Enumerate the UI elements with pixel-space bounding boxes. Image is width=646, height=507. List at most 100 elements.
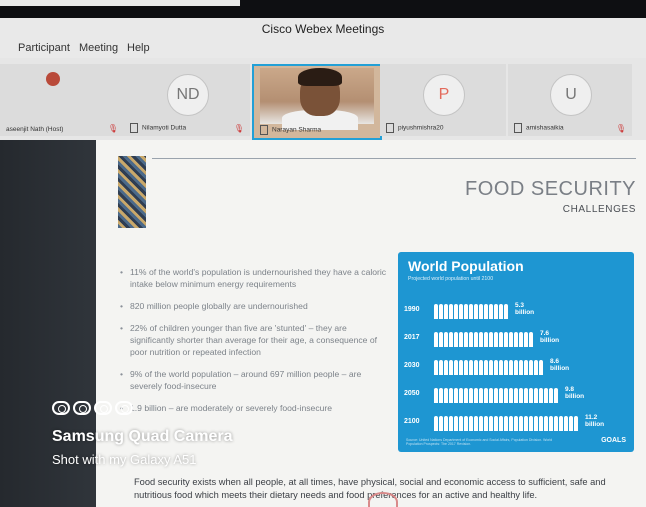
participant-tile-u[interactable]: U amishasaikia 🎙 [508, 64, 632, 136]
person-icon [554, 388, 558, 403]
menu-meeting[interactable]: Meeting [79, 42, 118, 54]
population-value: 11.2 [585, 414, 598, 421]
person-icon [454, 416, 458, 431]
person-icon [474, 388, 478, 403]
person-icon [449, 304, 453, 319]
person-icon [449, 388, 453, 403]
person-icon [519, 416, 523, 431]
person-icon [459, 388, 463, 403]
participant-name-label: piyushmishra20 [398, 124, 444, 132]
participant-name-label: Narayan Sharma [272, 126, 322, 134]
infographic-year: 1990 [404, 306, 420, 313]
person-icon [444, 416, 448, 431]
person-icon [469, 416, 473, 431]
person-icon [529, 416, 533, 431]
menu-participant[interactable]: Participant [18, 42, 70, 54]
person-icon [444, 360, 448, 375]
infographic-row: 2030 8.6 billion [404, 358, 624, 378]
participant-tile-p[interactable]: P piyushmishra20 [380, 64, 506, 136]
population-value: 9.8 [565, 386, 575, 393]
person-icon [464, 360, 468, 375]
infographic-year: 2100 [404, 418, 420, 425]
person-icon [469, 360, 473, 375]
person-icon [539, 416, 543, 431]
slide-decorative-banner [118, 156, 146, 228]
person-icon [459, 304, 463, 319]
slide-title: FOOD SECURITY [465, 178, 636, 200]
device-icon [514, 123, 522, 133]
organization-logo-icon [46, 72, 60, 86]
lens-icon [52, 401, 70, 415]
infographic-value: 8.6 billion [550, 358, 569, 372]
person-icon [494, 416, 498, 431]
person-icon [509, 416, 513, 431]
person-icon [474, 416, 478, 431]
person-icon [499, 332, 503, 347]
person-icon [524, 416, 528, 431]
person-icon [484, 388, 488, 403]
person-icon [514, 416, 518, 431]
camera-lens-icon [52, 401, 133, 415]
list-item: 820 million people globally are undernou… [120, 300, 390, 312]
avatar: U [550, 74, 592, 116]
person-icon [474, 332, 478, 347]
infographic-year: 2050 [404, 390, 420, 397]
participant-tile-active-speaker[interactable]: Narayan Sharma [252, 64, 382, 140]
device-icon [130, 123, 138, 133]
infographic-row: 2100 11.2 billion [404, 414, 624, 434]
camera-watermark-brand: Samsung Quad Camera [52, 428, 233, 445]
camera-watermark-line: Shot with my Galaxy A51 [52, 452, 197, 467]
person-icon [454, 304, 458, 319]
person-icon [479, 416, 483, 431]
person-icon [449, 332, 453, 347]
participant-video [260, 68, 374, 130]
person-icon [529, 388, 533, 403]
person-icon [484, 416, 488, 431]
person-icon [469, 304, 473, 319]
person-icon [484, 304, 488, 319]
participant-tile-nd[interactable]: ND Nilamyoti Dutta 🎙 [124, 64, 250, 136]
participant-name-label: amishasaikia [526, 124, 564, 132]
person-icon [489, 416, 493, 431]
person-icon [494, 332, 498, 347]
person-icon [489, 388, 493, 403]
person-icon [544, 416, 548, 431]
infographic-subtitle: Projected world population until 2100 [408, 276, 494, 282]
person-icon [434, 388, 438, 403]
person-icon [439, 332, 443, 347]
infographic-value: 7.6 billion [540, 330, 559, 344]
person-icon [459, 360, 463, 375]
person-icon [509, 360, 513, 375]
participant-tile-host[interactable]: aseenjit Nath (Host) 🎙 [0, 64, 124, 136]
person-icon [449, 360, 453, 375]
person-icon [434, 332, 438, 347]
person-icon [504, 388, 508, 403]
population-value: 8.6 [550, 358, 560, 365]
top-white-strip [0, 0, 240, 6]
person-icon [534, 360, 538, 375]
person-icon [489, 360, 493, 375]
participant-name: aseenjit Nath (Host) [6, 126, 64, 133]
infographic-row: 2050 9.8 billion [404, 386, 624, 406]
person-icon [509, 332, 513, 347]
person-icon [479, 388, 483, 403]
menu-help[interactable]: Help [127, 42, 150, 54]
person-icon [469, 332, 473, 347]
lens-icon [115, 401, 133, 415]
person-icon [479, 360, 483, 375]
person-icon [524, 360, 528, 375]
person-icon [439, 416, 443, 431]
list-item: 9% of the world population – around 697 … [120, 368, 390, 392]
infographic-year: 2017 [404, 334, 420, 341]
avatar: ND [167, 74, 209, 116]
person-icon [539, 388, 543, 403]
person-icon [494, 388, 498, 403]
window-title: Cisco Webex Meetings [261, 22, 385, 36]
muted-mic-icon: 🎙 [107, 124, 118, 133]
person-icon [494, 360, 498, 375]
list-item: 1.9 billion – are moderately or severely… [120, 402, 390, 414]
muted-mic-icon: 🎙 [615, 124, 626, 133]
person-icon [559, 416, 563, 431]
person-icon [479, 332, 483, 347]
person-icon [444, 388, 448, 403]
